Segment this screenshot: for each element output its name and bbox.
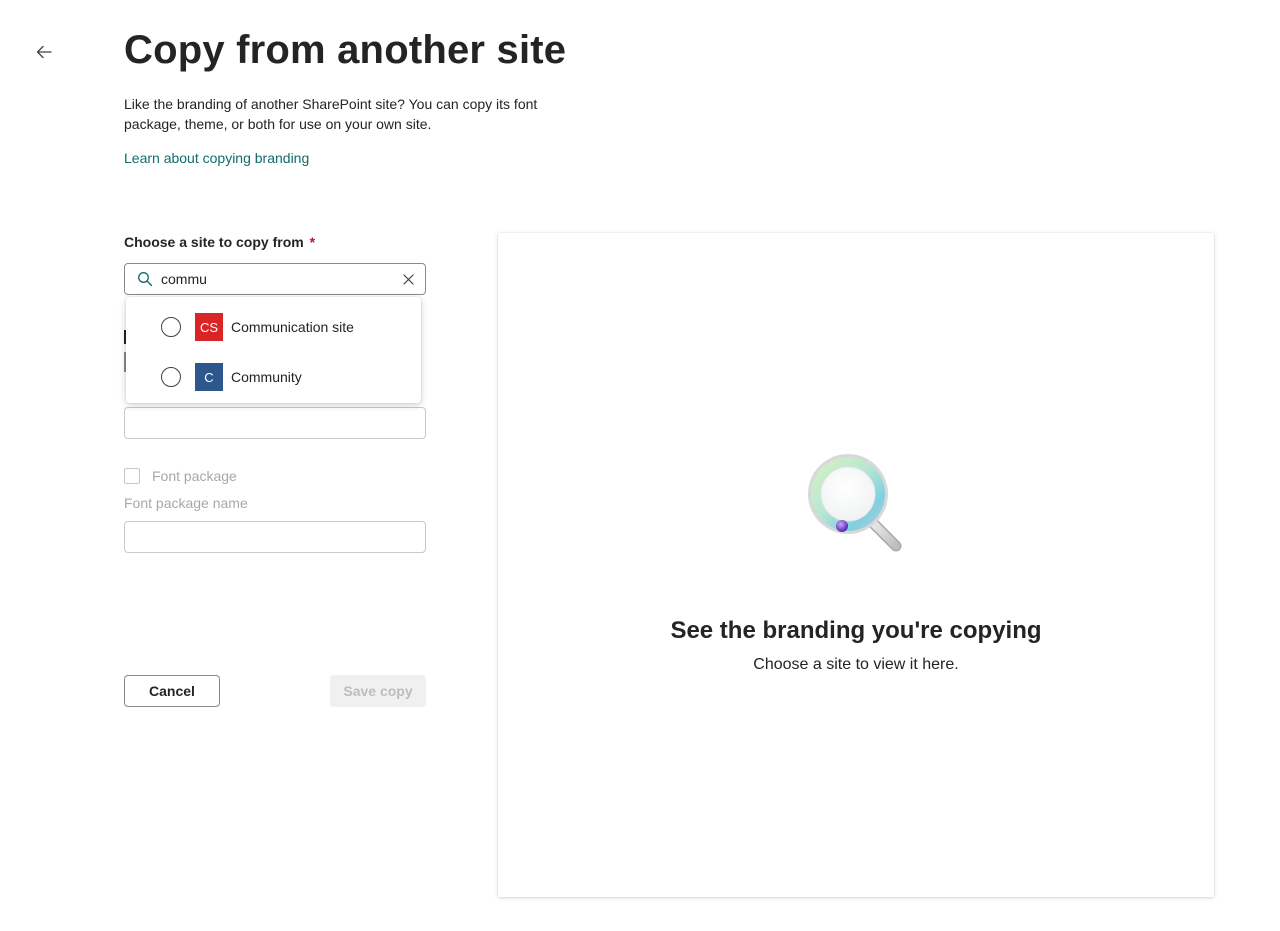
learn-about-copying-link[interactable]: Learn about copying branding	[124, 150, 309, 166]
site-search-input[interactable]	[161, 271, 391, 287]
site-option[interactable]: C Community	[126, 352, 421, 402]
preview-subtitle: Choose a site to view it here.	[753, 656, 959, 673]
branding-preview-panel: See the branding you're copying Choose a…	[498, 233, 1214, 897]
font-package-checkbox[interactable]	[124, 468, 140, 484]
option-radio[interactable]	[161, 317, 181, 337]
site-option-label: Communication site	[231, 319, 354, 335]
site-avatar: C	[195, 363, 223, 391]
close-icon	[402, 273, 414, 285]
site-option-label: Community	[231, 369, 302, 385]
font-package-checkbox-row: Font package	[124, 468, 237, 484]
font-package-name-field[interactable]	[124, 521, 426, 553]
page-title: Copy from another site	[124, 28, 567, 72]
theme-name-field[interactable]	[124, 407, 426, 439]
option-radio[interactable]	[161, 367, 181, 387]
preview-title: See the branding you're copying	[670, 617, 1042, 644]
save-copy-button[interactable]: Save copy	[330, 675, 426, 707]
font-package-name-label: Font package name	[124, 495, 248, 511]
cancel-button[interactable]: Cancel	[124, 675, 220, 707]
site-field-label-text: Choose a site to copy from	[124, 234, 304, 250]
site-search-box	[124, 263, 426, 295]
site-suggestions-dropdown: CS Communication site C Community	[126, 297, 421, 403]
site-field-label: Choose a site to copy from *	[124, 234, 315, 250]
copy-branding-page: Copy from another site Like the branding…	[0, 0, 1280, 931]
required-marker: *	[309, 234, 316, 250]
magnifier-illustration-icon	[808, 454, 902, 552]
back-button[interactable]	[30, 38, 58, 66]
font-package-checkbox-label: Font package	[152, 468, 237, 484]
page-description: Like the branding of another SharePoint …	[124, 96, 538, 132]
clear-search-button[interactable]	[401, 272, 415, 286]
arrow-left-icon	[36, 45, 52, 59]
site-option[interactable]: CS Communication site	[126, 302, 421, 352]
site-avatar: CS	[195, 313, 223, 341]
search-icon	[138, 272, 153, 287]
